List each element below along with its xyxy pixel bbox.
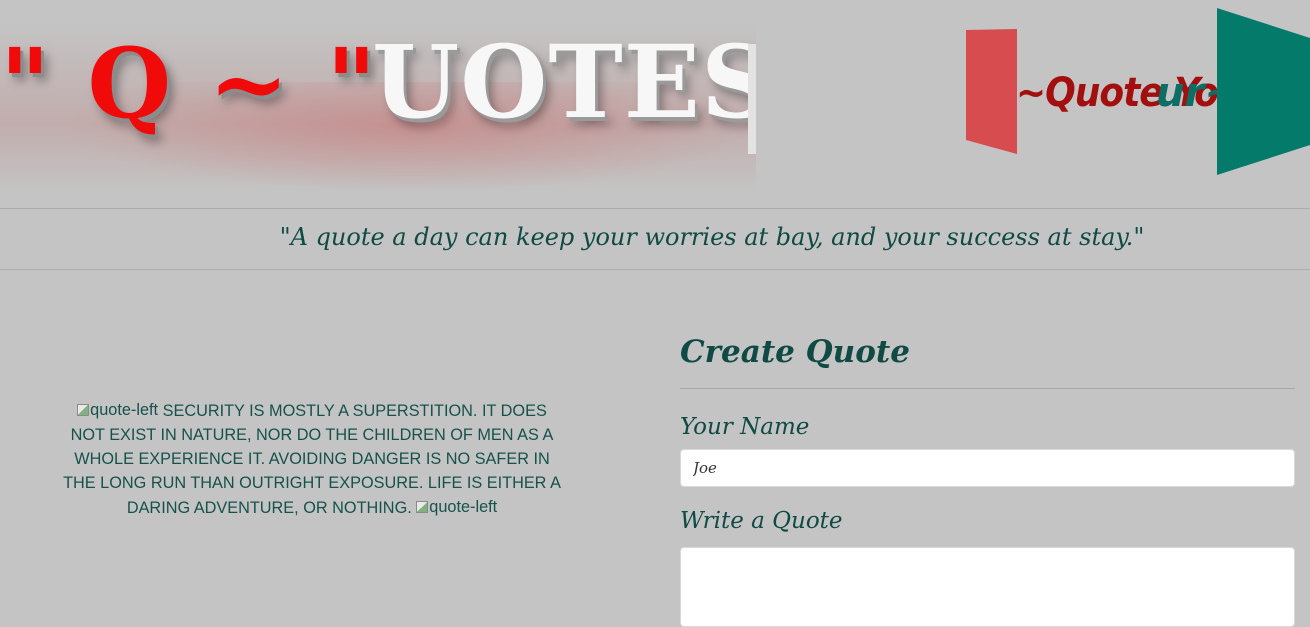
quote-textarea[interactable] <box>680 547 1295 627</box>
create-quote-form: Create Quote Your Name Write a Quote <box>680 320 1295 627</box>
quote-label: Write a Quote <box>680 508 843 534</box>
quote-right-alt: quote-left <box>429 498 498 516</box>
form-title: Create Quote <box>680 320 1295 389</box>
quote-your-cube-banner: ~Quote Yo ur~ <box>966 8 1310 178</box>
logo-prefix: " Q ~ " <box>0 27 379 140</box>
logo-suffix: UOTES <box>372 23 756 141</box>
quote-left-alt: quote-left <box>90 401 159 419</box>
logo-divider <box>748 44 756 154</box>
cube-right-face <box>1217 8 1310 175</box>
tagline-bar: "A quote a day can keep your worries at … <box>0 208 1310 270</box>
broken-image-icon <box>77 404 90 416</box>
site-header: " Q ~ " UOTES ~Quote Yo ur~ <box>0 0 1310 208</box>
broken-image-icon <box>416 501 429 513</box>
quote-right-icon: quote-left <box>416 495 497 519</box>
name-label: Your Name <box>680 414 810 440</box>
site-logo[interactable]: " Q ~ " UOTES <box>0 22 756 192</box>
featured-quote: quote-left SECURITY IS MOSTLY A SUPERSTI… <box>58 398 566 520</box>
name-input[interactable] <box>680 449 1295 487</box>
tagline: "A quote a day can keep your worries at … <box>279 223 1145 251</box>
quote-left-icon: quote-left <box>77 398 158 422</box>
